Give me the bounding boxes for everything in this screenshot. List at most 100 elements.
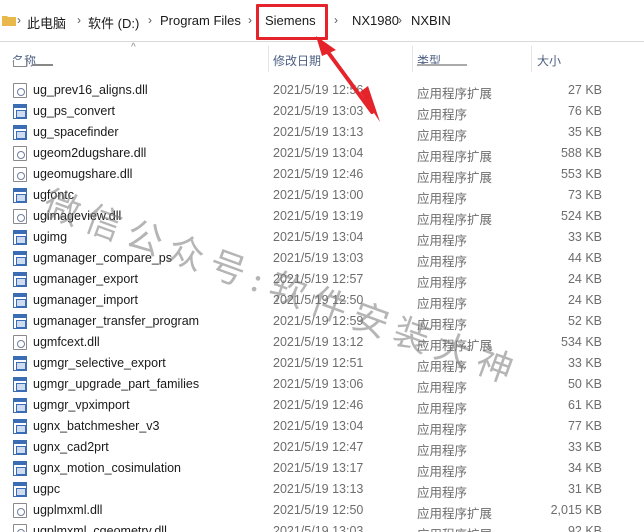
file-date: 2021/5/19 12:57 [273,272,364,286]
file-name: ugplmxml_cgeometry.dll [33,524,167,532]
file-icon [13,60,27,67]
partial-row [0,60,644,69]
sort-ascending-icon: ^ [131,42,136,53]
file-size: 524 KB [560,209,602,223]
file-size: 44 KB [567,251,602,265]
file-type: 应用程序 [417,465,468,479]
dll-icon [13,83,27,98]
file-date: 2021/5/19 13:04 [273,146,364,160]
file-date: 2021/5/19 13:19 [273,209,364,223]
highlight-annotation-box [256,4,328,40]
file-date: 2021/5/19 13:17 [273,461,364,475]
file-type: 应用程序 [417,129,468,143]
file-row[interactable]: ugmanager_import 2021/5/19 12:50 应用程序 24 KB [0,290,644,311]
file-size: 34 KB [567,461,602,475]
file-row[interactable]: ugmanager_compare_ps 2021/5/19 13:03 应用程序 4… [0,248,644,269]
file-name: ug_prev16_aligns.dll [33,83,148,97]
file-type: 应用程序 [417,360,468,374]
file-size: 24 KB [567,272,602,286]
file-name: ugnx_cad2prt [33,440,109,454]
file-row[interactable]: ugnx_cad2prt 2021/5/19 12:47 应用程序 33 KB [0,437,644,458]
file-size: 27 KB [567,83,602,97]
file-type: 应用程序扩展 [417,213,493,227]
breadcrumb-this-pc[interactable]: 此电脑 [27,13,66,32]
breadcrumb-nx1980[interactable]: NX1980 [352,13,399,28]
file-row[interactable]: ugfontc 2021/5/19 13:00 应用程序 73 KB [0,185,644,206]
breadcrumb-program-files[interactable]: Program Files [160,13,241,28]
exe-icon [13,419,27,434]
file-name: ugmgr_upgrade_part_families [33,377,200,391]
file-row[interactable]: ugeom2dugshare.dll 2021/5/19 13:04 应用程序扩展 5… [0,143,644,164]
file-size: 77 KB [567,419,602,433]
file-row[interactable]: ugnx_motion_cosimulation 2021/5/19 13:17 应… [0,458,644,479]
dll-icon [13,524,27,532]
file-row[interactable]: ugnx_batchmesher_v3 2021/5/19 13:04 应用程序 77… [0,416,644,437]
file-name: ug_ps_convert [33,104,116,118]
file-row[interactable]: ugmanager_transfer_program 2021/5/19 12:5… [0,311,644,332]
file-name: ugimg [33,230,68,244]
file-row[interactable]: ugmanager_export 2021/5/19 12:57 应用程序 24 KB [0,269,644,290]
file-name: ugnx_batchmesher_v3 [33,419,160,433]
exe-icon [13,104,27,119]
file-size: 24 KB [567,293,602,307]
file-type: 应用程序扩展 [417,171,493,185]
file-row[interactable]: ugplmxml_cgeometry.dll 2021/5/19 13:03 应用程… [0,521,644,532]
file-name: ugimageview.dll [33,209,122,223]
dll-icon [13,167,27,182]
file-date: 2021/5/19 12:59 [273,314,364,328]
exe-icon [13,482,27,497]
file-row[interactable]: ugplmxml.dll 2021/5/19 12:50 应用程序扩展 2,015 K… [0,500,644,521]
file-row[interactable]: ugmgr_selective_export 2021/5/19 12:51 应用程… [0,353,644,374]
file-size: 76 KB [567,104,602,118]
breadcrumb-drive-d[interactable]: 软件 (D:) [88,13,139,32]
file-size: 2,015 KB [550,503,602,517]
file-type: 应用程序 [417,318,468,332]
breadcrumb-separator-icon[interactable]: › [248,13,252,27]
file-row[interactable]: ugmgr_vpximport 2021/5/19 12:46 应用程序 61 KB [0,395,644,416]
file-size: 35 KB [567,125,602,139]
breadcrumb-separator-icon[interactable]: › [398,13,402,27]
file-row[interactable]: ug_ps_convert 2021/5/19 13:03 应用程序 76 KB [0,101,644,122]
file-row[interactable]: ugmgr_upgrade_part_families 2021/5/19 13:… [0,374,644,395]
file-type: 应用程序 [417,444,468,458]
dll-icon [13,503,27,518]
exe-icon [13,356,27,371]
file-name: ugmgr_vpximport [33,398,130,412]
file-name: ugeomugshare.dll [33,167,133,181]
file-row[interactable]: ugeomugshare.dll 2021/5/19 12:46 应用程序扩展 553… [0,164,644,185]
file-row[interactable]: ugpc 2021/5/19 13:13 应用程序 31 KB [0,479,644,500]
breadcrumb-separator-icon[interactable]: › [148,13,152,27]
file-type: 应用程序 [417,234,468,248]
file-row[interactable]: ug_spacefinder 2021/5/19 13:13 应用程序 35 KB [0,122,644,143]
address-bar[interactable]: › 此电脑 › 软件 (D:) › Program Files › Siemen… [0,0,644,42]
file-row[interactable]: ugmfcext.dll 2021/5/19 13:12 应用程序扩展 534 KB [0,332,644,353]
exe-icon [13,230,27,245]
file-name: ug_spacefinder [33,125,119,139]
file-date: 2021/5/19 13:00 [273,188,364,202]
breadcrumb-nxbin[interactable]: NXBIN [411,13,451,28]
breadcrumb-separator-icon[interactable]: › [334,13,338,27]
exe-icon [13,440,27,455]
file-type: 应用程序 [417,192,468,206]
file-size: 534 KB [560,335,602,349]
file-date: 2021/5/19 12:50 [273,293,364,307]
file-type: 应用程序 [417,276,468,290]
file-type: 应用程序 [417,297,468,311]
file-name: ugeom2dugshare.dll [33,146,147,160]
exe-icon [13,293,27,308]
file-row[interactable]: ug_prev16_aligns.dll 2021/5/19 12:56 应用程序扩… [0,80,644,101]
breadcrumb-separator-icon[interactable]: › [77,13,81,27]
file-name: ugfontc [33,188,75,202]
exe-icon [13,272,27,287]
file-row[interactable]: ugimg 2021/5/19 13:04 应用程序 33 KB [0,227,644,248]
file-size: 33 KB [567,356,602,370]
exe-icon [13,251,27,266]
breadcrumb-separator-icon[interactable]: › [17,13,21,27]
file-row[interactable]: ugimageview.dll 2021/5/19 13:19 应用程序扩展 524 … [0,206,644,227]
file-date: 2021/5/19 13:13 [273,482,364,496]
file-date: 2021/5/19 13:03 [273,251,364,265]
file-type: 应用程序 [417,423,468,437]
file-size: 553 KB [560,167,602,181]
file-size: 50 KB [567,377,602,391]
exe-icon [13,188,27,203]
